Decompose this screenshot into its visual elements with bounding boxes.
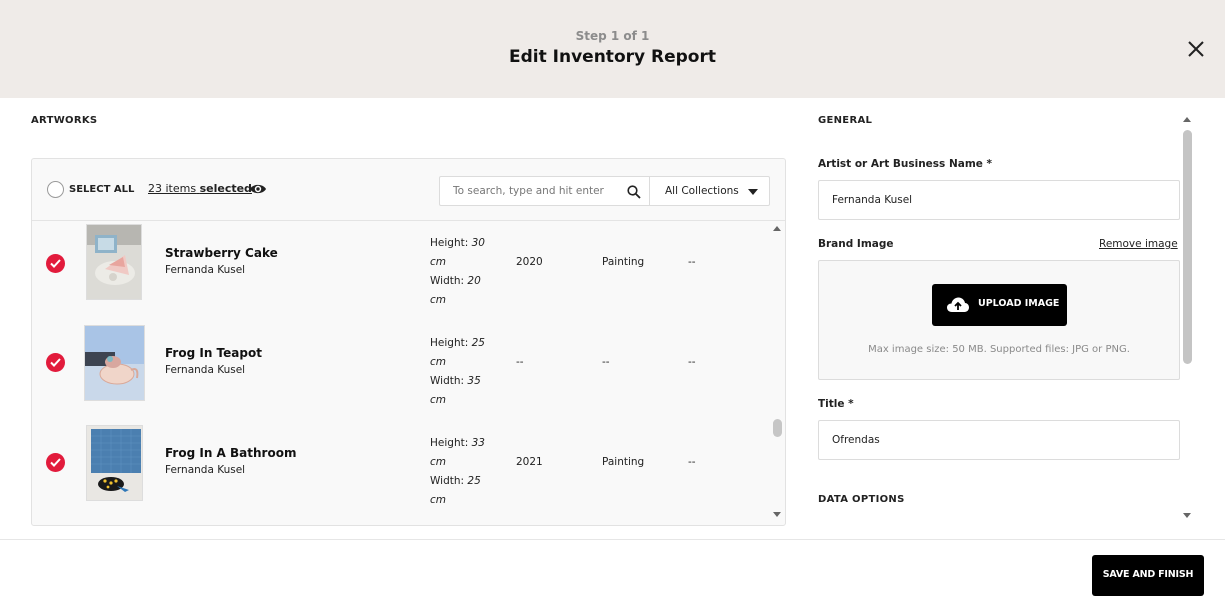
artwork-artist: Fernanda Kusel bbox=[165, 364, 246, 376]
collections-dropdown[interactable]: All Collections bbox=[649, 176, 770, 206]
items-selected-word: selected bbox=[199, 182, 252, 195]
artist-name-field bbox=[818, 180, 1180, 220]
search-icon[interactable] bbox=[627, 185, 641, 199]
artwork-title: Frog In Teapot bbox=[165, 346, 262, 360]
artwork-artist: Fernanda Kusel bbox=[165, 464, 246, 476]
artwork-thumbnail bbox=[86, 425, 143, 501]
artwork-year: 2021 bbox=[516, 456, 543, 468]
save-and-finish-label: SAVE AND FINISH bbox=[1102, 569, 1194, 580]
artwork-medium: -- bbox=[602, 356, 610, 368]
artist-name-label: Artist or Art Business Name * bbox=[818, 158, 993, 170]
brand-image-label: Brand Image bbox=[818, 238, 894, 250]
title-label: Title * bbox=[818, 398, 854, 410]
height-label: Height: bbox=[430, 337, 469, 349]
artwork-artist: Fernanda Kusel bbox=[165, 264, 246, 276]
artwork-medium: Painting bbox=[602, 256, 645, 268]
save-and-finish-button[interactable]: SAVE AND FINISH bbox=[1092, 555, 1204, 596]
brand-image-dropzone[interactable]: UPLOAD IMAGE Max image size: 50 MB. Supp… bbox=[818, 260, 1180, 380]
footer-divider bbox=[0, 539, 1225, 540]
cloud-upload-icon bbox=[947, 297, 969, 312]
caret-down-icon bbox=[748, 189, 758, 195]
upload-hint: Max image size: 50 MB. Supported files: … bbox=[868, 344, 1130, 355]
list-scroll-down-arrow[interactable] bbox=[773, 512, 781, 517]
modal-title: Edit Inventory Report bbox=[509, 47, 716, 67]
collections-value: All Collections bbox=[665, 185, 739, 197]
artwork-dimensions: Height: 25 cm Width: 35 cm bbox=[430, 334, 500, 410]
width-label: Width: bbox=[430, 375, 465, 387]
height-label: Height: bbox=[430, 437, 469, 449]
checked-icon[interactable] bbox=[46, 453, 65, 472]
select-all-radio[interactable] bbox=[47, 181, 64, 198]
artwork-title: Strawberry Cake bbox=[165, 246, 278, 260]
artwork-dimensions: Height: 33 cm Width: 25 cm bbox=[430, 434, 500, 510]
artwork-year: 2020 bbox=[516, 256, 543, 268]
upload-image-button[interactable]: UPLOAD IMAGE bbox=[932, 284, 1067, 326]
search-input[interactable] bbox=[441, 178, 621, 204]
artwork-dimensions: Height: 30 cm Width: 20 cm bbox=[430, 234, 500, 310]
artwork-year: -- bbox=[516, 356, 524, 368]
width-label: Width: bbox=[430, 475, 465, 487]
list-scrollbar-thumb[interactable] bbox=[773, 419, 782, 437]
panel-scroll-down-arrow[interactable] bbox=[1183, 513, 1191, 518]
list-scroll-up-arrow[interactable] bbox=[773, 226, 781, 231]
checked-icon[interactable] bbox=[46, 254, 65, 273]
general-section-label: GENERAL bbox=[818, 115, 873, 126]
artist-name-input[interactable] bbox=[819, 181, 1179, 219]
artworks-section-label: ARTWORKS bbox=[31, 115, 98, 126]
checked-icon[interactable] bbox=[46, 353, 65, 372]
artwork-row[interactable]: Frog In A Bathroom Fernanda Kusel Height… bbox=[32, 421, 772, 521]
artwork-medium: Painting bbox=[602, 456, 645, 468]
artworks-panel: SELECT ALL 23 items selected All Collect… bbox=[31, 158, 786, 526]
upload-image-label: UPLOAD IMAGE bbox=[978, 298, 1060, 309]
artwork-extra: -- bbox=[688, 356, 696, 368]
artwork-row[interactable]: Strawberry Cake Fernanda Kusel Height: 3… bbox=[32, 221, 772, 321]
eye-icon[interactable] bbox=[249, 182, 267, 196]
artwork-thumbnail bbox=[84, 325, 145, 401]
panel-scrollbar-thumb[interactable] bbox=[1183, 130, 1192, 364]
artwork-extra: -- bbox=[688, 456, 696, 468]
height-label: Height: bbox=[430, 237, 469, 249]
items-selected-count: 23 items bbox=[148, 182, 197, 195]
title-field bbox=[818, 420, 1180, 460]
step-indicator: Step 1 of 1 bbox=[575, 29, 650, 43]
select-all-label[interactable]: SELECT ALL bbox=[69, 184, 134, 195]
remove-image-link[interactable]: Remove image bbox=[1099, 238, 1178, 250]
width-label: Width: bbox=[430, 275, 465, 287]
artwork-row[interactable]: Frog In Teapot Fernanda Kusel Height: 25… bbox=[32, 321, 772, 421]
artwork-thumbnail bbox=[86, 224, 142, 300]
artwork-title: Frog In A Bathroom bbox=[165, 446, 297, 460]
items-selected-link[interactable]: 23 items selected bbox=[148, 182, 252, 195]
artworks-toolbar: SELECT ALL 23 items selected All Collect… bbox=[32, 159, 785, 221]
search-box bbox=[439, 176, 650, 206]
panel-scroll-up-arrow[interactable] bbox=[1183, 117, 1191, 122]
title-input[interactable] bbox=[819, 421, 1179, 459]
close-icon[interactable] bbox=[1185, 38, 1207, 60]
artwork-extra: -- bbox=[688, 256, 696, 268]
modal-header: Step 1 of 1 Edit Inventory Report bbox=[0, 0, 1225, 98]
data-options-section-label: DATA OPTIONS bbox=[818, 494, 905, 505]
